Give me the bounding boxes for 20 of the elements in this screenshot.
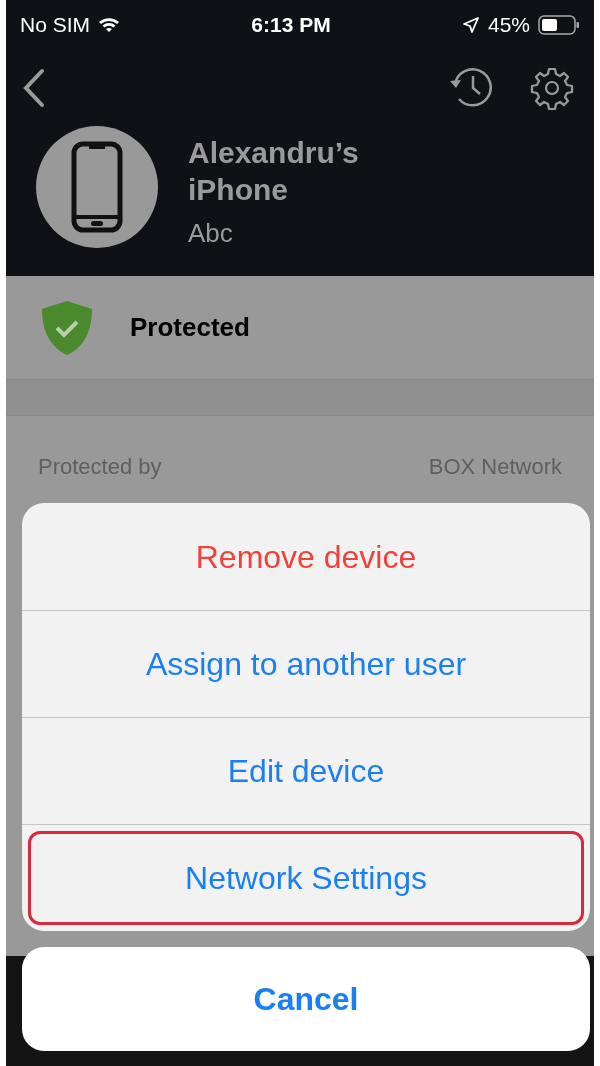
battery-percent: 45% [487, 12, 530, 39]
protected-by-label: Protected by [38, 453, 162, 481]
carrier-text: No SIM [20, 12, 90, 39]
status-label: Protected [130, 311, 250, 344]
phone-icon [71, 141, 123, 233]
device-name: Alexandru’s iPhone [188, 135, 360, 208]
back-icon[interactable] [22, 68, 46, 108]
location-icon [461, 16, 480, 34]
history-icon[interactable] [448, 66, 494, 110]
wifi-icon [98, 17, 120, 33]
action-button[interactable]: Assign to another user [28, 617, 584, 711]
action-button[interactable]: Network Settings [28, 831, 584, 925]
clock-text: 6:13 PM [251, 12, 331, 39]
action-button[interactable]: Edit device [28, 724, 584, 818]
action-button[interactable]: Remove device [28, 509, 584, 604]
battery-icon [538, 15, 580, 35]
device-subtitle: Abc [188, 217, 234, 250]
cancel-button[interactable]: Cancel [22, 947, 590, 1051]
network-label: BOX Network [428, 453, 562, 481]
settings-icon[interactable] [530, 66, 574, 110]
